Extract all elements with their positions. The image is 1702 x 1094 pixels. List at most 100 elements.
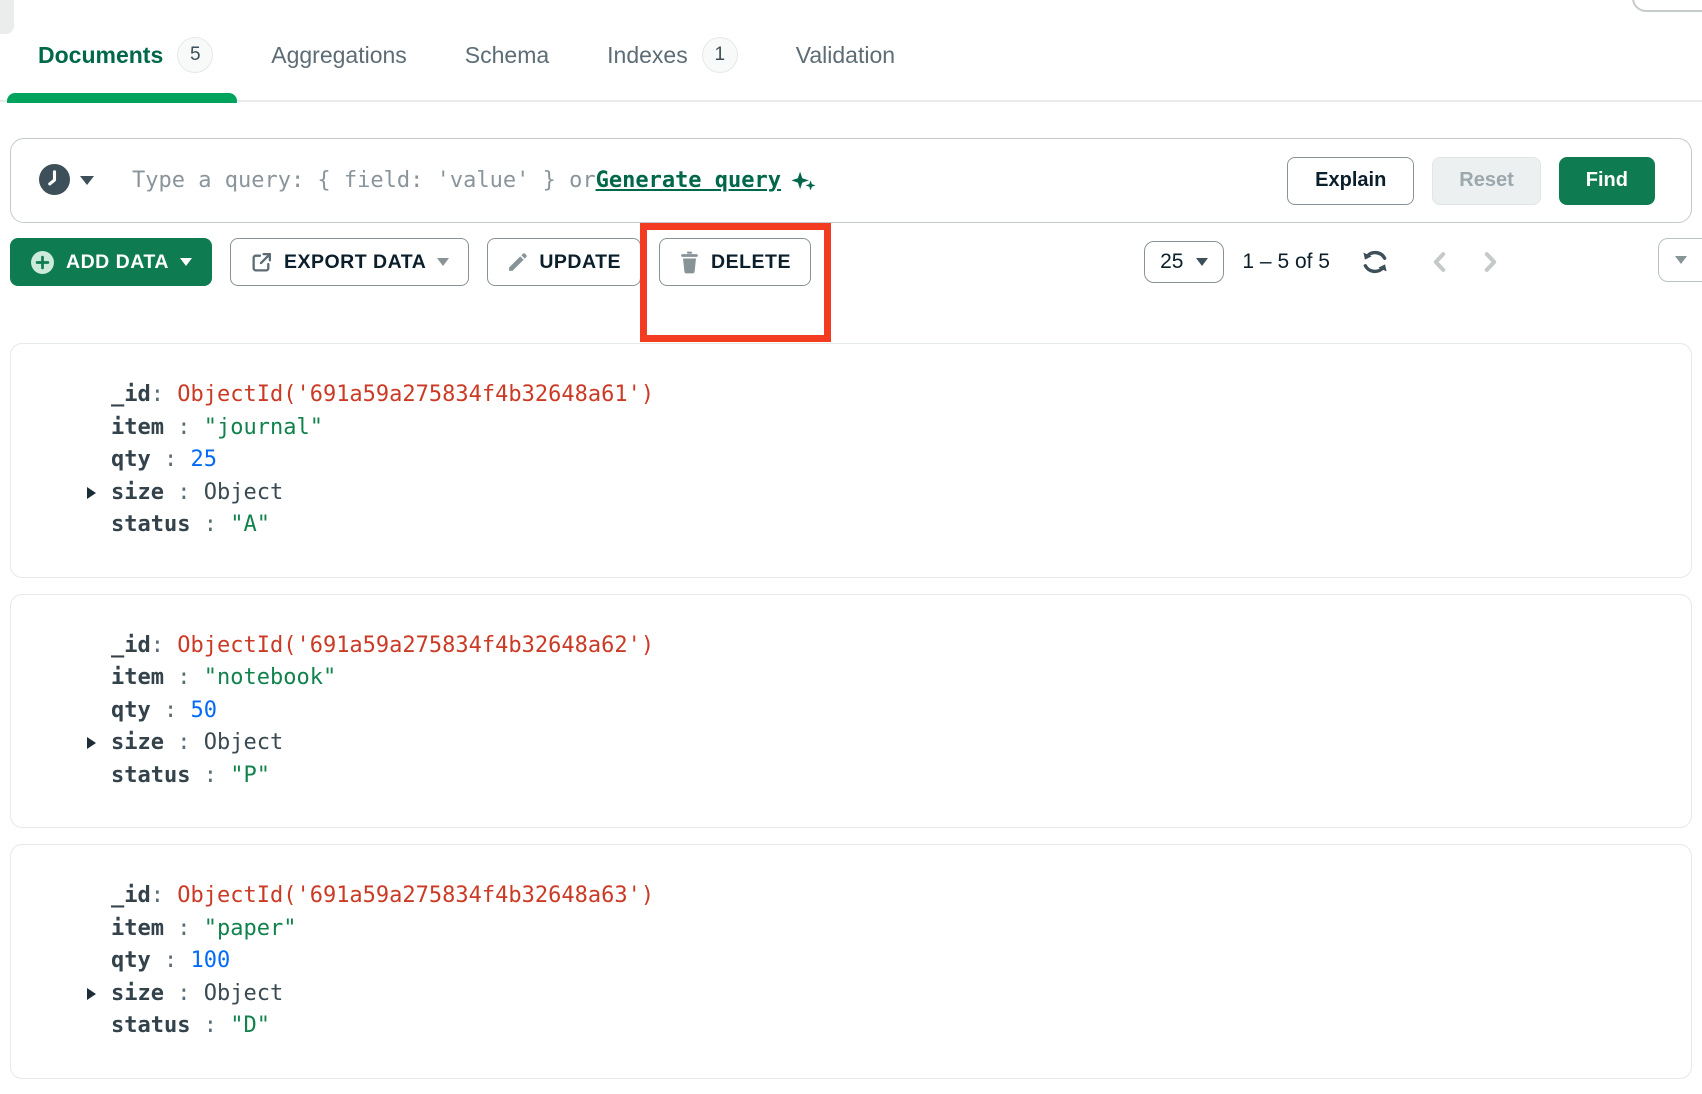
field-separator: : — [151, 883, 178, 908]
update-label: UPDATE — [539, 251, 621, 274]
field-value: "D" — [230, 1013, 270, 1038]
generate-query-link[interactable]: Generate query — [596, 168, 781, 193]
chevron-down-icon — [80, 176, 94, 185]
document-list: _id: ObjectId('691a59a275834f4b32648a61'… — [10, 343, 1692, 1079]
query-history-button[interactable] — [39, 164, 94, 198]
tab-badge: 1 — [702, 37, 738, 73]
field-value: Object — [204, 480, 283, 505]
field-separator: : — [164, 730, 204, 755]
document-field-qty: qty : 25 — [11, 444, 1671, 477]
page-size-value: 25 — [1160, 250, 1183, 274]
field-separator: : — [190, 1013, 230, 1038]
field-separator: : — [151, 382, 178, 407]
document-card: _id: ObjectId('691a59a275834f4b32648a61'… — [10, 343, 1692, 578]
tab-validation[interactable]: Validation — [796, 42, 895, 69]
chevron-down-icon — [1196, 258, 1208, 266]
expand-caret-icon[interactable] — [87, 487, 96, 499]
export-data-button[interactable]: EXPORT DATA — [230, 238, 469, 286]
page-size-select[interactable]: 25 — [1144, 241, 1224, 283]
field-key: size — [111, 480, 164, 505]
field-value: Object — [204, 730, 283, 755]
document-field-size: size : Object — [11, 978, 1671, 1011]
expand-caret-icon[interactable] — [87, 988, 96, 1000]
field-key: status — [111, 512, 190, 537]
tabs-row: Documents5 Aggregations Schema Indexes1 Vali… — [38, 30, 1702, 80]
field-value: ObjectId('691a59a275834f4b32648a62') — [177, 633, 654, 658]
tab-indexes[interactable]: Indexes1 — [607, 37, 738, 73]
field-key: item — [111, 916, 164, 941]
document-field-qty: qty : 100 — [11, 945, 1671, 978]
tab-documents[interactable]: Documents5 — [38, 37, 213, 73]
field-value: 100 — [191, 948, 231, 973]
field-value: "paper" — [204, 916, 297, 941]
trash-icon — [679, 251, 700, 274]
export-data-label: EXPORT DATA — [284, 251, 426, 274]
crud-toolbar: ADD DATA EXPORT DATA UPDATE DELETE — [10, 238, 1692, 286]
document-field-size: size : Object — [11, 727, 1671, 760]
document-field-status: status : "P" — [11, 760, 1671, 793]
field-value: "journal" — [204, 415, 323, 440]
field-value: "P" — [230, 763, 270, 788]
chevron-down-icon — [437, 258, 449, 266]
field-key: qty — [111, 447, 151, 472]
tab-bar: Documents5 Aggregations Schema Indexes1 Vali… — [0, 0, 1702, 102]
field-value: 25 — [191, 447, 218, 472]
field-separator: : — [190, 763, 230, 788]
field-value: 50 — [191, 698, 218, 723]
field-key: qty — [111, 698, 151, 723]
delete-label: DELETE — [711, 251, 791, 274]
field-key: size — [111, 981, 164, 1006]
documents-view: Documents5 Aggregations Schema Indexes1 Vali… — [0, 0, 1702, 1094]
document-field-status: status : "A" — [11, 509, 1671, 542]
field-separator: : — [151, 948, 191, 973]
field-key: _id — [111, 633, 151, 658]
tab-label: Aggregations — [271, 42, 407, 69]
delete-button-wrap: DELETE — [659, 238, 811, 286]
chevron-down-icon — [180, 258, 192, 266]
find-button[interactable]: Find — [1559, 157, 1655, 205]
add-data-label: ADD DATA — [66, 251, 169, 274]
tab-bar-divider — [0, 100, 1702, 102]
view-options-dropdown[interactable] — [1658, 238, 1702, 282]
pencil-icon — [507, 252, 528, 273]
sparkle-icon — [789, 167, 817, 195]
plus-circle-icon — [30, 250, 55, 275]
next-page-button[interactable] — [1481, 249, 1500, 275]
tab-aggregations[interactable]: Aggregations — [271, 42, 407, 69]
active-tab-underline — [7, 93, 237, 103]
update-button[interactable]: UPDATE — [487, 238, 641, 286]
delete-button[interactable]: DELETE — [659, 238, 811, 286]
tab-label: Validation — [796, 42, 895, 69]
explain-button[interactable]: Explain — [1287, 157, 1414, 205]
field-separator: : — [164, 480, 204, 505]
field-key: _id — [111, 382, 151, 407]
field-key: qty — [111, 948, 151, 973]
tab-badge: 5 — [177, 37, 213, 73]
clock-icon — [39, 164, 70, 198]
add-data-button[interactable]: ADD DATA — [10, 238, 212, 286]
expand-caret-icon[interactable] — [87, 737, 96, 749]
field-separator: : — [164, 981, 204, 1006]
field-key: item — [111, 665, 164, 690]
prev-page-button[interactable] — [1430, 249, 1449, 275]
field-separator: : — [164, 916, 204, 941]
document-field-_id: _id: ObjectId('691a59a275834f4b32648a61'… — [11, 379, 1671, 412]
chevron-right-icon — [1481, 249, 1500, 275]
document-card: _id: ObjectId('691a59a275834f4b32648a62'… — [10, 594, 1692, 829]
document-field-item: item : "journal" — [11, 412, 1671, 445]
chevron-left-icon — [1430, 249, 1449, 275]
field-separator: : — [151, 633, 178, 658]
query-bar: Type a query: { field: 'value' } or Gene… — [10, 138, 1692, 223]
document-field-_id: _id: ObjectId('691a59a275834f4b32648a63'… — [11, 880, 1671, 913]
field-key: size — [111, 730, 164, 755]
query-input[interactable]: Type a query: { field: 'value' } or Gene… — [132, 167, 817, 195]
tab-label: Schema — [465, 42, 549, 69]
query-placeholder: Type a query: { field: 'value' } or — [132, 168, 596, 193]
tab-schema[interactable]: Schema — [465, 42, 549, 69]
pagination-range: 1 – 5 of 5 — [1242, 250, 1330, 274]
reset-button[interactable]: Reset — [1432, 157, 1540, 205]
field-separator: : — [164, 665, 204, 690]
refresh-button[interactable] — [1360, 248, 1390, 276]
field-key: _id — [111, 883, 151, 908]
field-value: "A" — [230, 512, 270, 537]
